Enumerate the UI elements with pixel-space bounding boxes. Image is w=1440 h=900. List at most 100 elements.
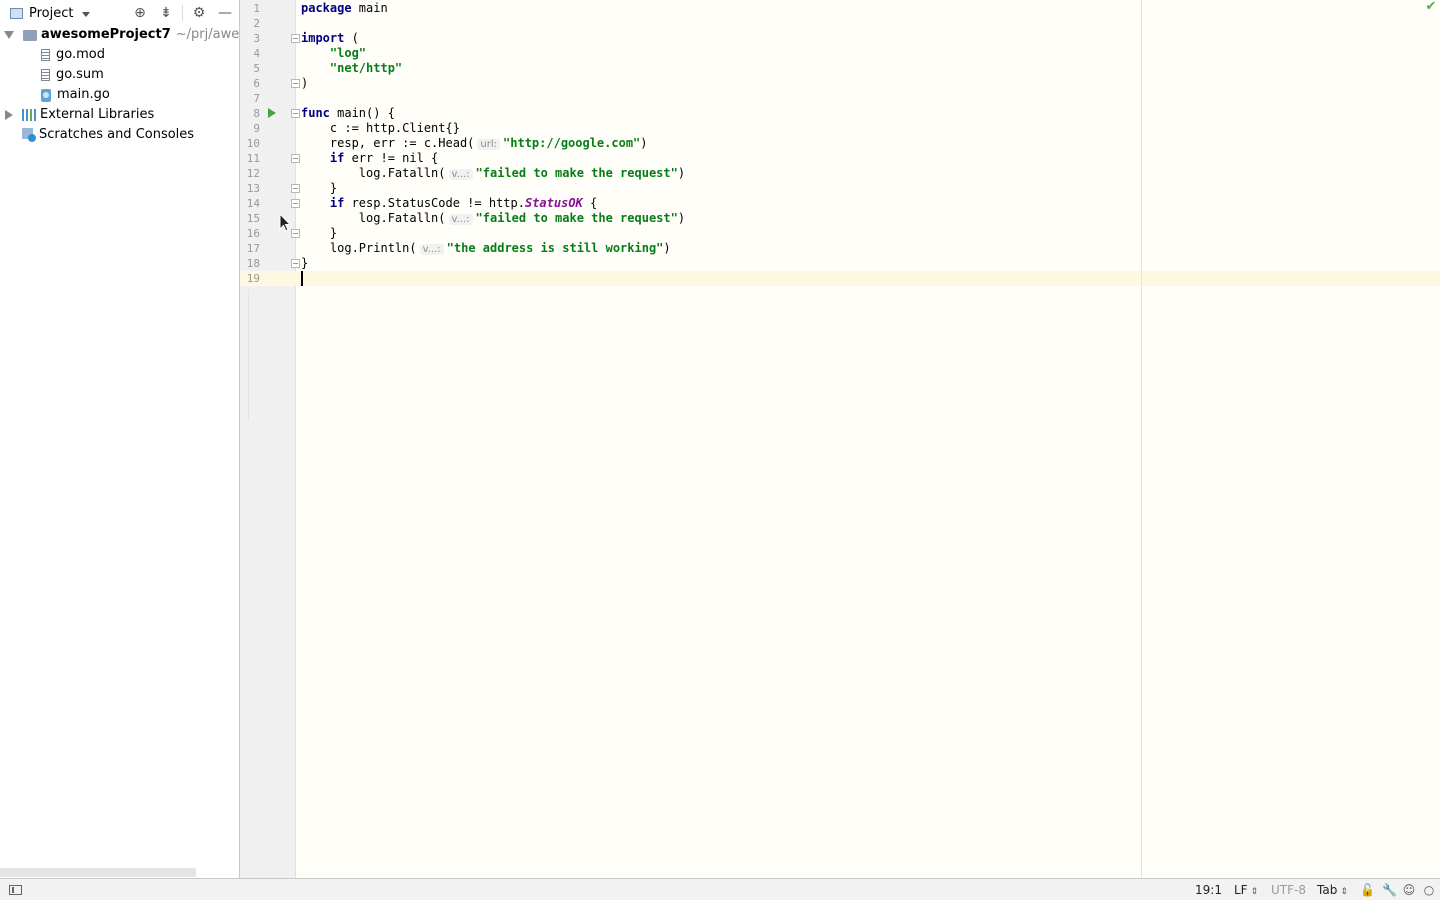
code-line[interactable]: } xyxy=(301,226,337,241)
code-line[interactable]: if err != nil { xyxy=(301,151,438,166)
code-line[interactable]: c := http.Client{} xyxy=(301,121,460,136)
line-number: 13 xyxy=(246,182,260,195)
code-text: log.Fatalln( xyxy=(358,166,446,180)
text-caret xyxy=(301,271,303,286)
line-number: 10 xyxy=(246,137,260,150)
tree-item-go-sum[interactable]: go.sum xyxy=(41,65,104,85)
code-string: "the address is still working" xyxy=(446,241,664,255)
code-line[interactable]: log.Fatalln(v...: "failed to make the req… xyxy=(301,166,685,181)
fold-marker-icon[interactable] xyxy=(291,229,300,238)
fold-marker-icon[interactable] xyxy=(291,154,300,163)
line-number: 8 xyxy=(253,107,260,120)
code-line[interactable]: package main xyxy=(301,1,388,16)
chevron-updown-icon: ⇕ xyxy=(1340,887,1348,897)
wrench-icon[interactable]: 🔧 xyxy=(1382,883,1397,897)
tree-item-scratches[interactable]: Scratches and Consoles xyxy=(22,125,194,145)
code-line[interactable]: } xyxy=(301,181,337,196)
horizontal-scrollbar[interactable] xyxy=(0,868,196,877)
collapse-all-icon[interactable]: ⇟ xyxy=(158,5,174,21)
expand-arrow-icon[interactable] xyxy=(4,31,14,39)
project-panel-title[interactable]: Project xyxy=(29,6,73,21)
tree-item-label: Scratches and Consoles xyxy=(39,127,195,142)
readonly-lock-icon[interactable]: 🔓 xyxy=(1360,883,1375,897)
tree-item-go-mod[interactable]: go.mod xyxy=(41,45,105,65)
encoding-label[interactable]: UTF-8 xyxy=(1271,882,1306,898)
tree-item-label: External Libraries xyxy=(40,107,155,122)
tree-item-label: go.mod xyxy=(56,47,105,62)
code-text: } xyxy=(301,256,309,270)
indent-selector[interactable]: Tab ⇕ xyxy=(1317,882,1348,900)
status-bar: 19:1 LF ⇕ UTF-8 Tab ⇕ 🔓 🔧 ☺ ○ xyxy=(0,878,1440,900)
line-number: 1 xyxy=(253,2,260,15)
chevron-updown-icon: ⇕ xyxy=(1250,887,1259,897)
mouse-cursor-icon xyxy=(279,213,291,232)
line-number: 15 xyxy=(246,212,260,225)
code-line[interactable]: } xyxy=(301,256,308,271)
code-line[interactable]: resp, err := c.Head(url: "http://google.c… xyxy=(301,136,648,151)
line-separator-selector[interactable]: LF ⇕ xyxy=(1234,882,1258,900)
line-number: 2 xyxy=(253,17,260,30)
code-line[interactable]: if resp.StatusCode != http.StatusOK { xyxy=(301,196,597,211)
caret-position[interactable]: 19:1 xyxy=(1195,882,1222,898)
line-number: 14 xyxy=(246,197,260,210)
code-text: main xyxy=(351,1,388,15)
code-text: } xyxy=(329,181,338,195)
code-text: c := http.Client{} xyxy=(329,121,460,135)
line-number: 12 xyxy=(246,167,260,180)
project-panel-header[interactable]: Project ⊕ ⇟ ⚙ — xyxy=(0,0,239,26)
fold-marker-icon[interactable] xyxy=(291,79,300,88)
fold-marker-icon[interactable] xyxy=(291,34,300,43)
line-number: 18 xyxy=(246,257,260,270)
code-text: ( xyxy=(344,31,359,45)
code-editor[interactable] xyxy=(296,0,1440,878)
inspector-icon[interactable]: ☺ xyxy=(1402,883,1416,897)
parameter-hint: url: xyxy=(477,139,501,150)
line-separator-label: LF xyxy=(1234,883,1248,897)
parameter-hint: v...: xyxy=(448,169,473,180)
libraries-icon xyxy=(22,109,36,121)
code-line[interactable]: "log" xyxy=(301,46,366,61)
code-line[interactable]: log.Fatalln(v...: "failed to make the req… xyxy=(301,211,685,226)
code-text: ) xyxy=(677,211,686,225)
indent-label: Tab xyxy=(1317,883,1338,897)
code-keyword: if xyxy=(329,196,345,210)
code-keyword: package xyxy=(301,1,352,15)
code-line[interactable]: func main() { xyxy=(301,106,395,121)
chevron-down-icon[interactable] xyxy=(82,11,91,17)
code-string: "log" xyxy=(329,46,367,60)
fold-marker-icon[interactable] xyxy=(291,109,300,118)
panel-toggle-icon[interactable] xyxy=(9,885,22,895)
minimize-icon[interactable]: — xyxy=(217,5,233,21)
fold-marker-icon[interactable] xyxy=(291,259,300,268)
fold-marker-icon[interactable] xyxy=(291,184,300,193)
code-line[interactable]: ) xyxy=(301,76,308,91)
code-keyword: func xyxy=(301,106,330,120)
gear-icon[interactable]: ⚙ xyxy=(191,5,207,21)
line-number: 16 xyxy=(246,227,260,240)
notifications-icon[interactable]: ○ xyxy=(1422,883,1436,897)
line-number: 11 xyxy=(246,152,260,165)
tree-item-project-root[interactable]: awesomeProject7 ~/prj/awesome xyxy=(4,25,275,45)
divider xyxy=(182,5,183,21)
expand-arrow-icon[interactable] xyxy=(5,110,13,120)
code-line[interactable]: import ( xyxy=(301,31,359,46)
code-text: } xyxy=(329,226,338,240)
project-panel: Project ⊕ ⇟ ⚙ — awesomeProject7 ~/prj/aw… xyxy=(0,0,275,878)
code-text: ) xyxy=(677,166,686,180)
code-keyword: if xyxy=(329,151,345,165)
tree-item-main-go[interactable]: main.go xyxy=(41,85,110,105)
code-line[interactable]: "net/http" xyxy=(301,61,402,76)
run-gutter-icon[interactable] xyxy=(268,108,276,118)
code-text: ) xyxy=(640,136,648,150)
file-icon xyxy=(41,49,50,61)
code-line[interactable]: log.Println(v...: "the address is still w… xyxy=(301,241,671,256)
locate-icon[interactable]: ⊕ xyxy=(132,5,148,21)
project-view-icon xyxy=(10,7,23,19)
parameter-hint: v...: xyxy=(448,214,473,225)
inspection-ok-icon[interactable]: ✔ xyxy=(1424,0,1438,14)
code-keyword: import xyxy=(301,31,345,45)
tree-item-label: go.sum xyxy=(56,67,104,82)
code-text: log.Fatalln( xyxy=(358,211,446,225)
tree-item-external-libraries[interactable]: External Libraries xyxy=(5,105,154,125)
fold-marker-icon[interactable] xyxy=(291,199,300,208)
